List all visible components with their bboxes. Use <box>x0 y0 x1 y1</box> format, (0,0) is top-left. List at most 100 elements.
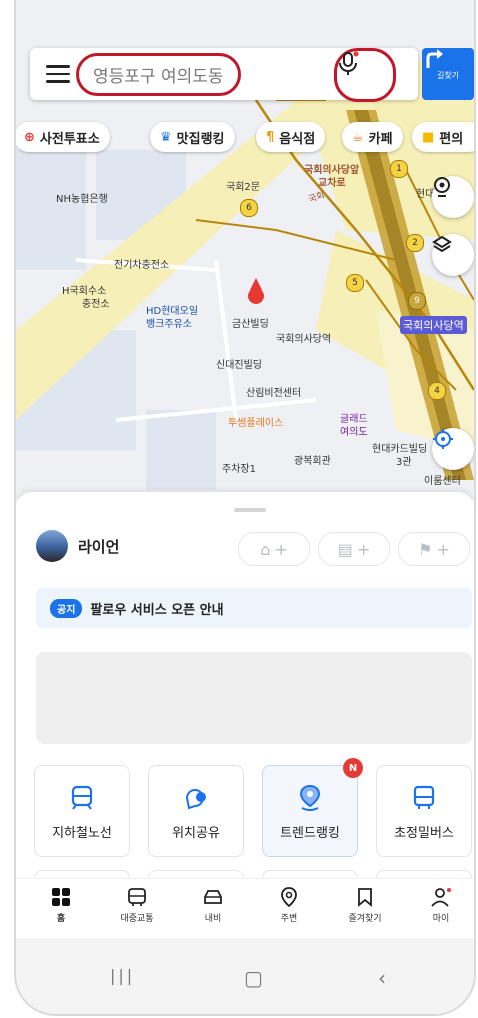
tile-trend-ranking[interactable]: N 트렌드랭킹 <box>262 758 363 857</box>
poi-hydrogen-2: 충전소 <box>82 299 110 310</box>
chip-cafe-label: 카페 <box>368 131 393 147</box>
poi-gukhoe-station[interactable]: 국회의사당역 <box>276 330 331 345</box>
tile-bus-label: 초정밀버스 <box>394 826 454 841</box>
back-icon[interactable]: ‹ <box>378 966 386 990</box>
home-icon: ⌂ <box>260 539 271 559</box>
chip-cafe[interactable]: ☕ 카페 <box>342 122 403 152</box>
tab-my-label: 마이 <box>432 914 450 924</box>
layers-icon <box>432 235 452 253</box>
cctv-button[interactable] <box>432 176 474 218</box>
search-bar[interactable]: 영등포구 여의도동 <box>30 48 418 102</box>
poi-parking[interactable]: 주차장1 <box>222 460 256 475</box>
cafe-icon: ☕ <box>352 129 364 145</box>
route-marker-4: 4 <box>428 382 446 400</box>
my-location-button[interactable] <box>432 428 474 470</box>
poi-station-right[interactable]: 국회의사당역 <box>400 316 467 334</box>
tab-favorites[interactable]: 즐겨찾기 <box>330 887 400 924</box>
new-badge: N <box>343 758 363 778</box>
home-grid-icon <box>52 888 70 906</box>
chip-store-label: 편의 <box>439 131 464 147</box>
label-gukhoe-2gate: 국회2문 <box>226 182 260 193</box>
tab-home-label: 홈 <box>56 914 66 924</box>
route-marker-2: 2 <box>406 234 424 252</box>
notice-text: 팔로우 서비스 오픈 안내 <box>90 602 224 618</box>
tab-home[interactable]: 홈 <box>26 887 96 924</box>
profile-name: 라이언 <box>78 537 120 556</box>
chip-store[interactable]: ■ 편의 <box>412 122 474 152</box>
bottom-tab-bar: 홈 대중교통 내비 주변 즐겨찾기 마이 <box>16 878 474 939</box>
phone-screen: NH농협은행 국회2문 국회의사당앞 교차로 국회 현대 전기차충전소 H국회수… <box>16 0 474 1014</box>
search-query[interactable]: 영등포구 여의도동 <box>76 52 241 96</box>
mic-icon <box>339 51 359 75</box>
chip-restaurant[interactable]: ¶ 음식점 <box>256 122 326 152</box>
recent-apps-icon[interactable]: ||| <box>110 966 135 985</box>
transit-icon <box>128 888 146 906</box>
tab-nearby[interactable]: 주변 <box>254 887 324 924</box>
poi-irum[interactable]: 이룸센터 <box>424 472 461 487</box>
tab-transit[interactable]: 대중교통 <box>102 887 172 924</box>
tab-nearby-label: 주변 <box>280 914 298 924</box>
fork-icon: ¶ <box>266 129 275 145</box>
layers-button[interactable] <box>432 234 474 276</box>
notice-banner[interactable]: 공지 팔로우 서비스 오픈 안내 <box>36 588 472 628</box>
poi-nh-bank[interactable]: NH농협은행 <box>56 190 108 205</box>
poi-gwangbok[interactable]: 광복회관 <box>294 452 331 467</box>
chip-ranking[interactable]: ♛ 맛집랭킹 <box>150 122 235 152</box>
directions-button[interactable]: 길찾기 <box>422 48 474 100</box>
poi-tuseom[interactable]: 투썸플레이스 <box>228 414 283 429</box>
chip-ranking-label: 맛집랭킹 <box>176 131 225 147</box>
store-icon: ■ <box>422 129 435 145</box>
sheet-handle[interactable] <box>234 508 266 512</box>
building-icon: ▤ <box>337 539 353 559</box>
ranking-icon: ♛ <box>160 129 172 145</box>
tile-location-share-label: 위치공유 <box>172 826 220 841</box>
profile-row[interactable]: 라이언 <box>36 530 119 562</box>
route-marker-1: 1 <box>390 160 408 178</box>
poi-sindaejin[interactable]: 신대진빌딩 <box>216 356 262 371</box>
tile-precise-bus[interactable]: 초정밀버스 <box>376 765 472 857</box>
crosshair-icon <box>433 429 453 449</box>
directions-label: 길찾기 <box>436 70 460 80</box>
home-shortcut-plus: + <box>274 539 288 559</box>
pin-icon <box>281 887 297 907</box>
route-marker-6: 6 <box>240 199 258 217</box>
map-view[interactable]: NH농협은행 국회2문 국회의사당앞 교차로 국회 현대 전기차충전소 H국회수… <box>16 0 474 500</box>
bottom-sheet: 라이언 ⌂ + ▤ + ⚑ + 공지 팔로우 서비스 오픈 안내 지하철노선 위… <box>16 492 474 1014</box>
tab-favorites-label: 즐겨찾기 <box>348 914 382 924</box>
directions-icon <box>426 49 443 68</box>
category-chips: ⊕ 사전투표소 ♛ 맛집랭킹 ¶ 음식점 ☕ 카페 ■ 편의 <box>16 122 474 154</box>
work-shortcut-button[interactable]: ▤ + <box>318 532 390 566</box>
flag-shortcut-plus: + <box>436 539 450 559</box>
notice-tag: 공지 <box>50 598 83 618</box>
tile-trend-label: 트렌드랭킹 <box>280 826 340 841</box>
tab-transit-label: 대중교통 <box>120 914 154 924</box>
tile-subway-label: 지하철노선 <box>52 826 112 841</box>
bus-icon <box>413 785 435 809</box>
poi-sanrim[interactable]: 산림비전센터 <box>246 384 301 399</box>
chip-vote[interactable]: ⊕ 사전투표소 <box>16 122 110 152</box>
promo-banner-placeholder[interactable] <box>36 652 472 744</box>
poi-geumsan[interactable]: 금산빌딩 <box>232 315 269 330</box>
vote-icon: ⊕ <box>24 129 35 145</box>
car-icon <box>204 890 222 904</box>
route-marker-5: 5 <box>346 274 364 292</box>
tile-location-share[interactable]: 위치공유 <box>148 765 244 857</box>
poi-glad-2: 여의도 <box>340 427 368 438</box>
flag-icon: ⚑ <box>418 539 433 559</box>
poi-hyundai-card-2: 3관 <box>396 457 412 468</box>
tab-my[interactable]: 마이 <box>406 887 474 924</box>
flag-shortcut-button[interactable]: ⚑ + <box>398 532 470 566</box>
avatar[interactable] <box>36 530 68 562</box>
trend-icon <box>299 784 321 811</box>
menu-icon[interactable] <box>46 65 70 83</box>
mic-button[interactable] <box>334 48 396 102</box>
label-gyocharo: 교차로 <box>318 178 346 189</box>
location-share-icon <box>185 789 206 810</box>
home-shortcut-button[interactable]: ⌂ + <box>238 532 310 566</box>
home-nav-icon[interactable]: ▢ <box>244 966 263 990</box>
shortcut-group: ⌂ + ▤ + ⚑ + <box>238 532 470 566</box>
subway-icon <box>71 785 93 810</box>
tab-navi[interactable]: 내비 <box>178 887 248 924</box>
poi-ev-station[interactable]: 전기차충전소 <box>114 256 169 271</box>
tile-subway-map[interactable]: 지하철노선 <box>34 765 130 857</box>
